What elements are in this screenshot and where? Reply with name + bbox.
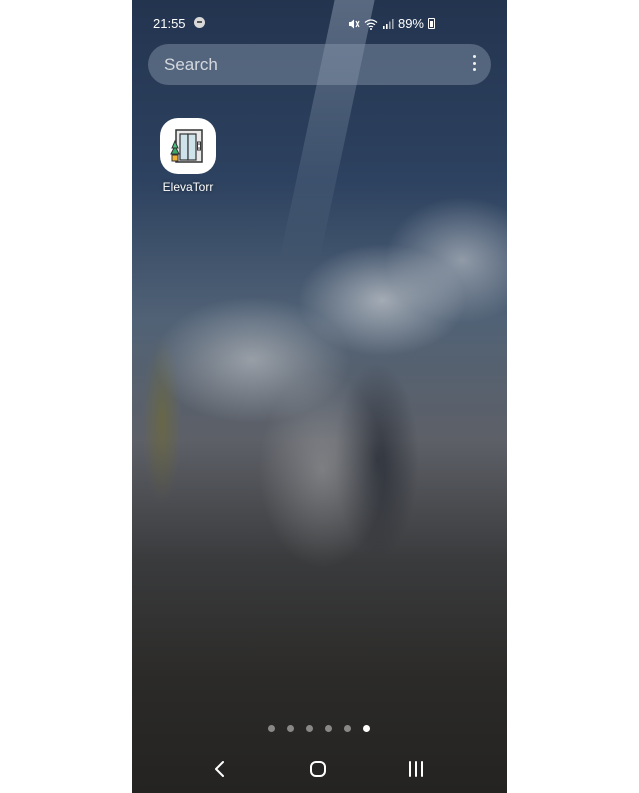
status-time: 21:55 [153, 16, 186, 31]
messages-notification-icon [194, 17, 205, 28]
status-indicators: 89% [348, 16, 435, 31]
page-indicator [268, 725, 370, 732]
app-label: ElevaTorr [162, 180, 214, 194]
battery-percentage: 89% [397, 16, 424, 31]
page-dot[interactable] [306, 725, 313, 732]
page-dot[interactable] [287, 725, 294, 732]
search-input[interactable]: Search [164, 55, 218, 75]
navigation-bar [132, 745, 507, 793]
more-vertical-icon[interactable] [473, 55, 477, 73]
phone-screen: 21:55 89% Search ElevaTorr [132, 0, 507, 793]
app-elevatorr[interactable]: ElevaTorr [152, 118, 224, 194]
page-dot[interactable] [268, 725, 275, 732]
wifi-icon [364, 18, 378, 30]
search-bar[interactable]: Search [148, 44, 491, 85]
page-dot[interactable] [325, 725, 332, 732]
back-icon[interactable] [208, 757, 232, 781]
mute-icon [348, 19, 360, 28]
signal-icon [382, 18, 394, 29]
page-dot[interactable] [344, 725, 351, 732]
recent-apps-icon[interactable] [404, 757, 428, 781]
battery-charging-icon [428, 18, 435, 29]
elevator-icon[interactable] [160, 118, 216, 174]
status-bar: 21:55 89% [132, 0, 507, 46]
home-icon[interactable] [306, 757, 330, 781]
page-dot-active[interactable] [363, 725, 370, 732]
